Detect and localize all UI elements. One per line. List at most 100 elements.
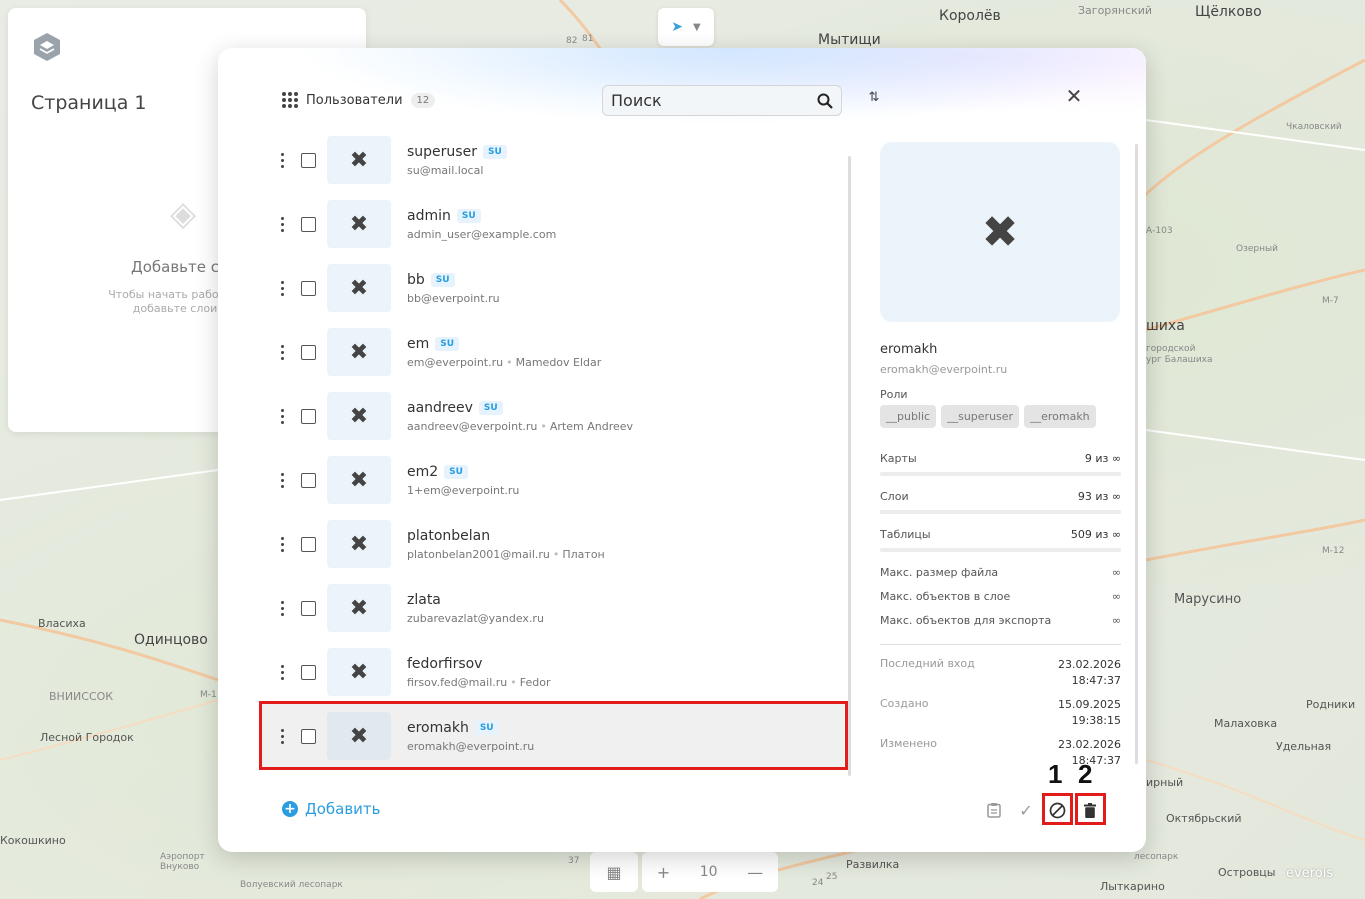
user-name-line: admin SU <box>407 208 556 224</box>
quota-value: 9 из ∞ <box>1084 452 1121 465</box>
user-email: firsov.fed@mail.ru • Fedor <box>407 675 551 689</box>
map-label: ВНИИССОК <box>49 690 114 703</box>
search-icon[interactable] <box>817 93 833 109</box>
su-badge: SU <box>474 720 499 735</box>
kebab-menu-icon[interactable] <box>276 408 288 424</box>
zoom-controls: + 10 — <box>642 852 778 892</box>
users-list: ✖ superuser SU su@mail.local ✖ admin SU … <box>262 136 844 776</box>
road-label: 81 <box>582 34 594 44</box>
delete-user-button[interactable] <box>1078 798 1102 822</box>
kebab-menu-icon[interactable] <box>276 152 288 168</box>
role-chip[interactable]: __superuser <box>941 405 1020 428</box>
limit-value: ∞ <box>1111 614 1121 627</box>
role-chip[interactable]: __public <box>880 405 937 428</box>
user-email: zubarevazlat@yandex.ru <box>407 612 544 625</box>
close-button[interactable]: ✕ <box>1064 86 1084 106</box>
add-user-button[interactable]: + Добавить <box>282 800 381 818</box>
road-label: 37 <box>568 856 580 866</box>
row-checkbox[interactable] <box>301 280 316 296</box>
user-email-text: eromakh@everpoint.ru <box>407 739 535 753</box>
plus-circle-icon: + <box>282 801 298 817</box>
map-label: Озерный <box>1236 244 1278 254</box>
trash-icon <box>1084 802 1096 818</box>
user-info: zlata zubarevazlat@yandex.ru <box>407 592 544 625</box>
modal-title: Пользователи <box>306 92 403 108</box>
sort-button[interactable]: ⇅ <box>864 90 884 110</box>
user-row[interactable]: ✖ aandreev SU aandreev@everpoint.ru • Arte… <box>262 384 844 448</box>
list-scrollbar[interactable] <box>848 156 851 776</box>
pointer-tool-button[interactable]: ➤ ▼ <box>658 8 714 46</box>
user-full-name: Mamedov Eldar <box>515 355 602 369</box>
map-label: Загорянский <box>1078 4 1153 17</box>
quota-label: Таблицы <box>880 528 931 541</box>
map-label: Одинцово <box>134 632 208 648</box>
user-info: em2 SU 1+em@everpoint.ru <box>407 464 519 497</box>
no-image-icon: ✖ <box>327 584 391 632</box>
map-label: Островцы <box>1218 866 1276 879</box>
road-label: М-12 <box>1322 546 1345 556</box>
map-label: Малаховка <box>1214 717 1278 730</box>
road-label: 25 <box>826 872 838 882</box>
row-checkbox[interactable] <box>301 408 316 424</box>
su-badge: SU <box>430 272 455 287</box>
kebab-menu-icon[interactable] <box>276 280 288 296</box>
row-checkbox[interactable] <box>301 600 316 616</box>
row-checkbox[interactable] <box>301 472 316 488</box>
map-label: Аэропорт Внуково <box>160 852 205 872</box>
user-detail-panel: ✖ eromakh eromakh@everpoint.ru Роли __pu… <box>880 142 1121 767</box>
map-label: Королёв <box>939 8 1001 24</box>
row-checkbox[interactable] <box>301 216 316 232</box>
kebab-menu-icon[interactable] <box>276 536 288 552</box>
user-row[interactable]: ✖ em SU em@everpoint.ru • Mamedov Eldar <box>262 320 844 384</box>
quota-bar <box>880 510 1121 514</box>
row-checkbox[interactable] <box>301 664 316 680</box>
kebab-menu-icon[interactable] <box>276 472 288 488</box>
clipboard-button[interactable] <box>982 798 1006 822</box>
quota-bar <box>880 548 1121 552</box>
date-date: 23.02.2026 <box>1058 738 1121 751</box>
user-name-line: bb SU <box>407 272 500 288</box>
empty-state-title: Добавьте сл <box>131 258 229 276</box>
user-email-text: firsov.fed@mail.ru <box>407 675 508 689</box>
no-image-icon: ✖ <box>327 200 391 248</box>
row-checkbox[interactable] <box>301 152 316 168</box>
user-email-text: zubarevazlat@yandex.ru <box>407 611 544 625</box>
block-user-button[interactable] <box>1045 798 1069 822</box>
date-time: 18:47:37 <box>1071 674 1121 687</box>
zoom-in-button[interactable]: + <box>657 863 670 882</box>
quotas: Карты 9 из ∞ Слои 93 из ∞ Таблицы 509 из… <box>880 448 1121 634</box>
user-row[interactable]: ✖ platonbelan platonbelan2001@mail.ru • Пл… <box>262 512 844 576</box>
role-chip[interactable]: __eromakh <box>1024 405 1096 428</box>
map-label: Щёлково <box>1195 4 1262 20</box>
row-checkbox[interactable] <box>301 344 316 360</box>
user-row[interactable]: ✖ zlata zubarevazlat@yandex.ru <box>262 576 844 640</box>
kebab-menu-icon[interactable] <box>276 664 288 680</box>
limit-row: Макс. объектов для экспорта ∞ <box>880 610 1121 634</box>
kebab-menu-icon[interactable] <box>276 216 288 232</box>
annotation-label-1: 1 <box>1048 759 1063 789</box>
grid-button[interactable]: ▦ <box>590 852 638 892</box>
user-row[interactable]: ✖ em2 SU 1+em@everpoint.ru <box>262 448 844 512</box>
user-email: aandreev@everpoint.ru • Artem Andreev <box>407 419 634 433</box>
chevron-down-icon: ▼ <box>693 21 701 33</box>
roles-label: Роли <box>880 388 908 401</box>
kebab-menu-icon[interactable] <box>276 600 288 616</box>
date-row: Последний вход 23.02.2026 18:47:37 <box>880 657 1121 697</box>
detail-scrollbar[interactable] <box>1135 144 1138 764</box>
no-image-icon: ✖ <box>327 648 391 696</box>
row-checkbox[interactable] <box>301 536 316 552</box>
clipboard-icon <box>987 803 1001 818</box>
limit-label: Макс. объектов для экспорта <box>880 614 1052 627</box>
user-row[interactable]: ✖ bb SU bb@everpoint.ru <box>262 256 844 320</box>
search-input[interactable] <box>611 91 817 110</box>
user-row[interactable]: ✖ fedorfirsov firsov.fed@mail.ru • Fedor <box>262 640 844 704</box>
user-row-selected[interactable]: ✖ eromakh SU eromakh@everpoint.ru <box>262 704 844 768</box>
check-icon: ✓ <box>1019 800 1033 820</box>
zoom-out-button[interactable]: — <box>747 863 763 882</box>
user-row[interactable]: ✖ admin SU admin_user@example.com <box>262 192 844 256</box>
kebab-menu-icon[interactable] <box>276 728 288 744</box>
kebab-menu-icon[interactable] <box>276 344 288 360</box>
activate-button[interactable]: ✓ <box>1014 798 1038 822</box>
user-row[interactable]: ✖ superuser SU su@mail.local <box>262 128 844 192</box>
row-checkbox[interactable] <box>301 728 316 744</box>
